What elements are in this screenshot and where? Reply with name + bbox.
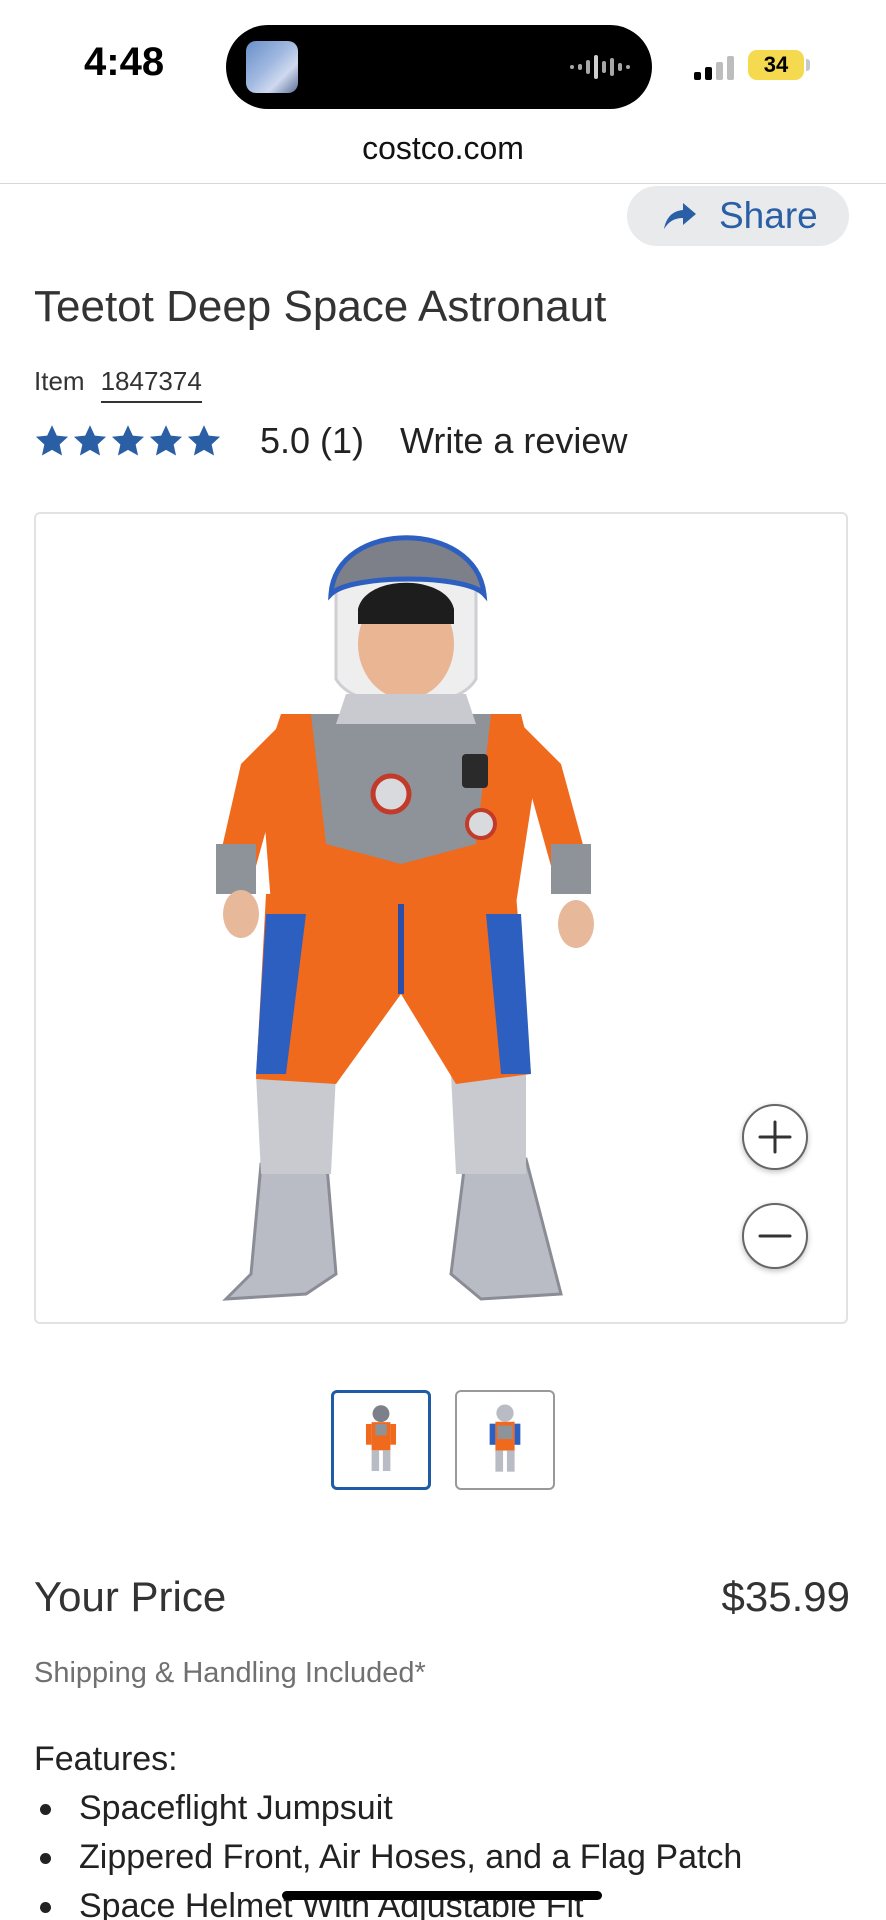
share-button[interactable]: Share: [627, 186, 849, 246]
now-playing-artwork: [246, 41, 298, 93]
battery-tip: [806, 59, 810, 71]
battery-icon: 34: [748, 50, 804, 80]
astronaut-costume-image: [216, 535, 594, 1301]
product-thumbnail-back[interactable]: [455, 1390, 555, 1490]
star-icon: [73, 425, 107, 456]
address-bar-url[interactable]: costco.com: [0, 130, 886, 167]
dynamic-island[interactable]: [226, 25, 652, 109]
item-label: Item: [34, 366, 85, 396]
feature-item: Zippered Front, Air Hoses, and a Flag Pa…: [34, 1833, 742, 1882]
rating-value[interactable]: 5.0 (1): [260, 420, 364, 462]
address-bar-divider: [0, 183, 886, 184]
plus-icon: [758, 1120, 792, 1154]
star-icon: [149, 425, 183, 456]
item-number-line: Item 1847374: [34, 366, 202, 403]
features-heading: Features:: [34, 1740, 178, 1778]
star-icon: [111, 425, 145, 456]
audio-waveform-icon: [570, 53, 630, 81]
share-label: Share: [719, 195, 818, 236]
product-title: Teetot Deep Space Astronaut: [34, 282, 607, 331]
feature-item: Space Helmet With Adjustable Fit: [34, 1882, 742, 1920]
product-image-viewer[interactable]: [34, 512, 848, 1324]
share-arrow-icon: [664, 203, 696, 229]
item-number: 1847374: [100, 366, 202, 403]
minus-icon: [758, 1234, 792, 1238]
star-rating[interactable]: [34, 423, 222, 459]
write-review-link[interactable]: Write a review: [400, 420, 627, 462]
thumbnail-image: [489, 1404, 521, 1472]
zoom-in-button[interactable]: [742, 1104, 808, 1170]
thumbnail-image: [365, 1405, 397, 1472]
star-icon: [35, 425, 69, 456]
shipping-note: Shipping & Handling Included*: [34, 1657, 426, 1689]
zoom-out-button[interactable]: [742, 1203, 808, 1269]
star-icon: [187, 425, 221, 456]
product-thumbnail-front[interactable]: [331, 1390, 431, 1490]
status-time: 4:48: [84, 40, 165, 84]
price-label: Your Price: [34, 1573, 227, 1620]
cellular-signal-icon: [694, 56, 734, 80]
product-rating: 5.0 (1) Write a review: [34, 420, 627, 462]
home-indicator[interactable]: [282, 1891, 602, 1900]
feature-item: Spaceflight Jumpsuit: [34, 1784, 742, 1833]
status-bar: 4:48 34: [0, 0, 886, 130]
price-value: $35.99: [721, 1573, 850, 1620]
